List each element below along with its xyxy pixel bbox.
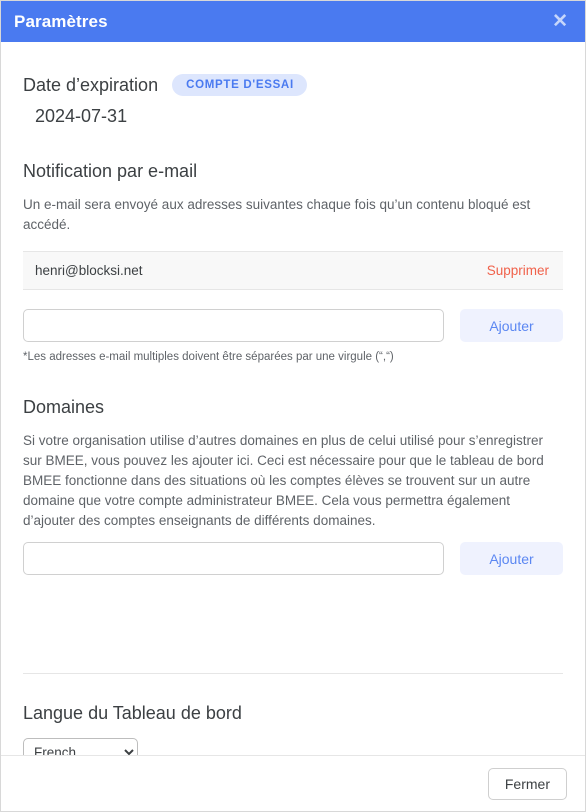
email-footnote: *Les adresses e-mail multiples doivent ê…: [23, 351, 394, 363]
section-divider: [23, 673, 563, 674]
domains-section-title: Domaines: [23, 397, 105, 417]
add-domain-button[interactable]: Ajouter: [460, 542, 563, 575]
notification-section-title: Notification par e-mail: [23, 161, 198, 181]
dialog-title: Paramètres: [14, 11, 108, 31]
expiration-row: Date d’expiration COMPTE D'ESSAI: [23, 74, 563, 96]
email-input-row: Ajouter: [23, 309, 563, 342]
notification-section-description: Un e-mail sera envoyé aux adresses suiva…: [23, 197, 531, 232]
domains-section-description: Si votre organisation utilise d’autres d…: [23, 433, 544, 528]
language-section-title: Langue du Tableau de bord: [23, 703, 242, 723]
dialog-titlebar: Paramètres ✕: [1, 1, 585, 42]
trial-account-badge: COMPTE D'ESSAI: [172, 74, 307, 96]
dialog-footer: Fermer: [1, 755, 585, 811]
email-list-item: henri@blocksi.net Supprimer: [23, 252, 563, 290]
email-list: henri@blocksi.net Supprimer: [23, 251, 563, 290]
remove-email-link[interactable]: Supprimer: [487, 263, 549, 278]
language-select[interactable]: French: [23, 738, 138, 755]
domain-input-row: Ajouter: [23, 542, 563, 575]
settings-dialog: Paramètres ✕ Date d’expiration COMPTE D'…: [0, 0, 586, 812]
expiration-label: Date d’expiration: [23, 74, 159, 95]
close-dialog-button[interactable]: Fermer: [487, 767, 567, 800]
email-address: henri@blocksi.net: [35, 263, 143, 278]
email-input[interactable]: [23, 309, 444, 342]
dialog-body: Date d’expiration COMPTE D'ESSAI 2024-07…: [1, 42, 585, 755]
domain-input[interactable]: [23, 542, 444, 575]
expiration-date: 2024-07-31: [35, 106, 128, 126]
close-icon[interactable]: ✕: [549, 10, 571, 33]
add-email-button[interactable]: Ajouter: [460, 309, 563, 342]
